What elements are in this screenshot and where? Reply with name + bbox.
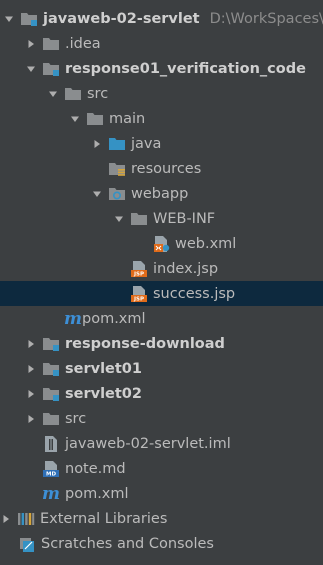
chevron-right-icon[interactable] [25,331,37,356]
servlet02-module-label: servlet02 [65,385,142,402]
folder-icon [130,210,148,228]
jsp-file-icon: JSP [130,285,148,303]
chevron-down-icon[interactable] [69,106,81,131]
servlet01-module-label: servlet01 [65,360,142,377]
iml-file-label: javaweb-02-servlet.iml [65,435,231,452]
iml-file-icon [42,435,60,453]
module-folder-icon [20,10,38,28]
folder-icon [86,110,104,128]
external-libraries-label: External Libraries [40,510,168,527]
src-root-folder-label: src [65,410,87,427]
chevron-right-icon[interactable] [25,356,37,381]
maven-icon: m [64,308,82,329]
resources-folder-icon [108,160,126,178]
tree-node-idea[interactable]: .idea [0,31,323,56]
tree-node-response01[interactable]: response01_verification_code [0,56,323,81]
tree-node-successjsp[interactable]: JSP success.jsp [0,281,323,306]
chevron-down-icon[interactable] [47,81,59,106]
successjsp-file-label: success.jsp [153,285,236,302]
markdown-file-icon: MD [42,460,60,478]
response-download-module-label: response-download [65,335,225,352]
chevron-right-icon[interactable] [25,381,37,406]
webinf-folder-label: WEB-INF [153,210,216,227]
tree-node-pom-inner[interactable]: m pom.xml [0,306,323,331]
scratches-label: Scratches and Consoles [41,535,214,552]
library-icon [17,510,35,528]
response01-module-label: response01_verification_code [65,60,306,77]
tree-node-java[interactable]: java [0,131,323,156]
pom-root-file-label: pom.xml [65,485,129,502]
scratches-icon [18,535,36,553]
indexjsp-file-label: index.jsp [153,260,219,277]
tree-node-servlet02[interactable]: servlet02 [0,381,323,406]
source-folder-icon [108,135,126,153]
webxml-file-label: web.xml [175,235,237,252]
chevron-right-icon[interactable] [0,506,12,531]
jsp-badge-text: JSP [133,271,144,277]
tree-node-webapp[interactable]: webapp [0,181,323,206]
root-module-path: D:\WorkSpaces\Io [209,10,323,27]
chevron-down-icon[interactable] [113,206,125,231]
tree-node-root-module[interactable]: javaweb-02-servlet D:\WorkSpaces\Io [0,6,323,31]
pom-inner-file-label: pom.xml [82,310,146,327]
project-tree: javaweb-02-servlet D:\WorkSpaces\Io .ide… [0,0,323,565]
main-folder-label: main [109,110,146,127]
chevron-right-icon[interactable] [91,131,103,156]
jsp-badge-text: JSP [133,296,144,302]
tree-node-servlet01[interactable]: servlet01 [0,356,323,381]
folder-icon [42,35,60,53]
tree-node-response-download[interactable]: response-download [0,331,323,356]
tree-node-indexjsp[interactable]: JSP index.jsp [0,256,323,281]
module-folder-icon [42,385,60,403]
tree-node-resources[interactable]: resources [0,156,323,181]
root-module-label: javaweb-02-servlet [43,10,200,27]
folder-icon [64,85,82,103]
xml-file-icon [152,235,170,253]
note-file-label: note.md [65,460,126,477]
tree-node-external-libraries[interactable]: External Libraries [0,506,323,531]
jsp-file-icon: JSP [130,260,148,278]
tree-node-pom-root[interactable]: m pom.xml [0,481,323,506]
chevron-down-icon[interactable] [25,56,37,81]
module-folder-icon [42,335,60,353]
chevron-down-icon[interactable] [91,181,103,206]
chevron-down-icon[interactable] [3,6,15,31]
tree-node-webinf[interactable]: WEB-INF [0,206,323,231]
webapp-folder-label: webapp [131,185,189,202]
tree-node-src-root[interactable]: src [0,406,323,431]
tree-node-src[interactable]: src [0,81,323,106]
tree-node-iml[interactable]: javaweb-02-servlet.iml [0,431,323,456]
tree-node-webxml[interactable]: web.xml [0,231,323,256]
chevron-right-icon[interactable] [25,406,37,431]
idea-folder-label: .idea [65,35,101,52]
module-folder-icon [42,360,60,378]
resources-folder-label: resources [131,160,202,177]
src-folder-label: src [87,85,109,102]
folder-icon [42,410,60,428]
module-folder-icon [42,60,60,78]
java-folder-label: java [131,135,162,152]
web-folder-icon [108,185,126,203]
tree-node-scratches[interactable]: Scratches and Consoles [0,531,323,556]
maven-icon: m [42,483,60,504]
chevron-right-icon[interactable] [25,31,37,56]
tree-node-main[interactable]: main [0,106,323,131]
tree-node-note[interactable]: MD note.md [0,456,323,481]
md-badge-text: MD [46,471,56,477]
